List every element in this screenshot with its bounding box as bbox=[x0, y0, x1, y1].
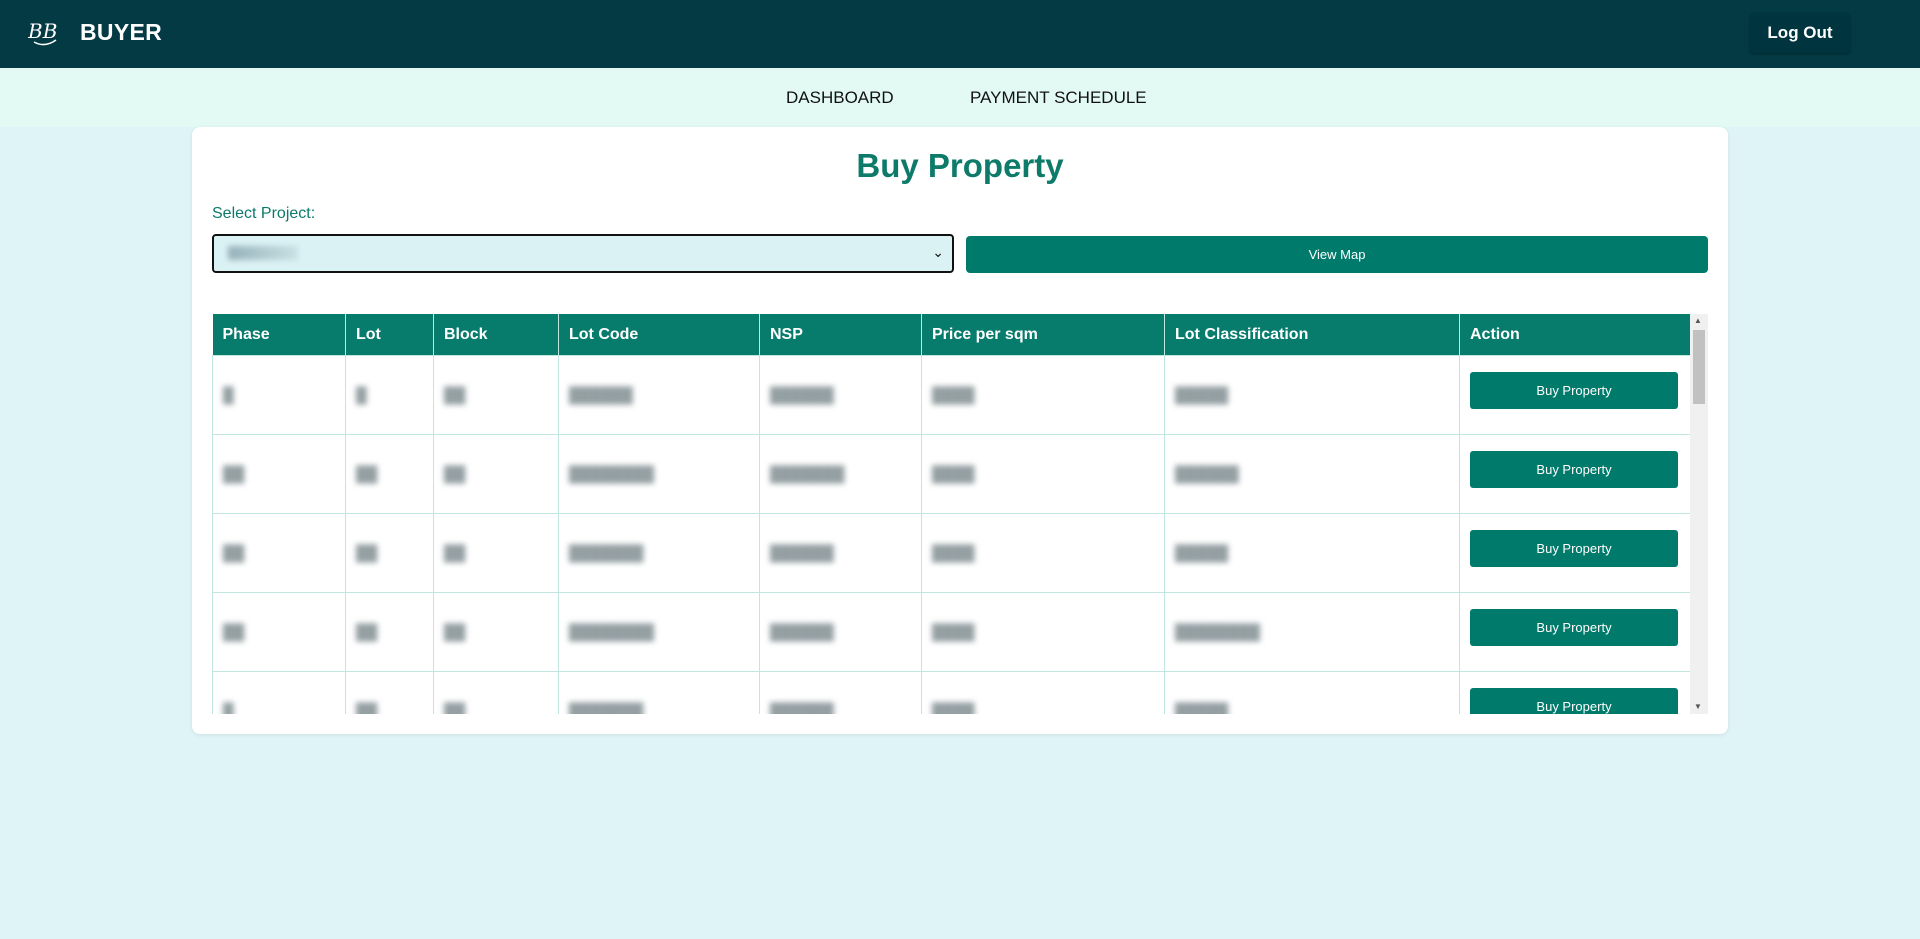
table-row: ██ ██ ██ ███████ ██████ ████ █████ Buy P… bbox=[212, 513, 1691, 593]
lot-cell: █ bbox=[356, 386, 367, 404]
view-map-button[interactable]: View Map bbox=[966, 236, 1708, 273]
buy-property-button[interactable]: Buy Property bbox=[1470, 687, 1678, 714]
top-header: BB BUYER Log Out bbox=[0, 0, 1920, 68]
column-header: Price per sqm bbox=[921, 314, 1165, 356]
block-cell: ██ bbox=[444, 623, 466, 641]
block-cell: ██ bbox=[444, 702, 466, 715]
phase-cell: ██ bbox=[223, 544, 245, 562]
lot-code-cell: ███████ bbox=[569, 544, 644, 562]
buy-property-button[interactable]: Buy Property bbox=[1470, 529, 1678, 567]
brand-logo-icon: BB bbox=[28, 19, 57, 46]
brand-title: BUYER bbox=[80, 19, 163, 45]
nsp-cell: ███████ bbox=[770, 465, 845, 483]
table-scrollbar[interactable]: ▲ ▼ bbox=[1690, 314, 1708, 714]
logout-button[interactable]: Log Out bbox=[1750, 13, 1850, 53]
classification-cell: ████████ bbox=[1175, 623, 1261, 641]
nsp-cell: ██████ bbox=[770, 544, 834, 562]
column-header: Block bbox=[433, 314, 559, 356]
lot-code-cell: ███████ bbox=[569, 702, 644, 715]
phase-cell: ██ bbox=[223, 465, 245, 483]
price-cell: ████ bbox=[932, 465, 975, 483]
nav-dashboard[interactable]: DASHBOARD bbox=[786, 88, 894, 108]
classification-cell: █████ bbox=[1175, 702, 1229, 715]
select-project-label: Select Project: bbox=[212, 205, 316, 222]
price-cell: ████ bbox=[932, 386, 975, 404]
lots-table: Phase Lot Block Lot Code NSP Price per s… bbox=[212, 314, 1691, 714]
price-cell: ████ bbox=[932, 623, 975, 641]
chevron-down-icon: ⌄ bbox=[932, 244, 944, 260]
table-row: ██ ██ ██ ████████ ██████ ████ ████████ B… bbox=[212, 592, 1691, 672]
buy-property-card: Buy Property Select Project: ████ ██ ⌄ V… bbox=[192, 127, 1728, 734]
nsp-cell: ██████ bbox=[770, 623, 834, 641]
buy-property-button[interactable]: Buy Property bbox=[1470, 371, 1678, 409]
buy-property-button[interactable]: Buy Property bbox=[1470, 608, 1678, 646]
column-header: Action bbox=[1459, 314, 1691, 356]
classification-cell: ██████ bbox=[1175, 465, 1239, 483]
block-cell: ██ bbox=[444, 544, 466, 562]
lot-cell: ██ bbox=[356, 623, 378, 641]
table-row: ██ ██ ██ ████████ ███████ ████ ██████ Bu… bbox=[212, 434, 1691, 514]
scrollbar-thumb[interactable] bbox=[1693, 330, 1705, 404]
buy-property-button[interactable]: Buy Property bbox=[1470, 450, 1678, 488]
lot-cell: ██ bbox=[356, 702, 378, 715]
block-cell: ██ bbox=[444, 386, 466, 404]
project-select[interactable]: ████ ██ ⌄ bbox=[212, 234, 954, 273]
table-header-row: Phase Lot Block Lot Code NSP Price per s… bbox=[212, 314, 1691, 356]
phase-cell: ██ bbox=[223, 623, 245, 641]
lot-cell: ██ bbox=[356, 465, 378, 483]
table-row: █ █ ██ ██████ ██████ ████ █████ Buy Prop… bbox=[212, 355, 1691, 435]
logo-text: BB bbox=[28, 19, 57, 43]
lots-table-container: Phase Lot Block Lot Code NSP Price per s… bbox=[212, 314, 1708, 714]
price-cell: ████ bbox=[932, 702, 975, 715]
price-cell: ████ bbox=[932, 544, 975, 562]
lot-code-cell: ████████ bbox=[569, 465, 655, 483]
lot-code-cell: ██████ bbox=[569, 386, 633, 404]
phase-cell: █ bbox=[223, 386, 234, 404]
classification-cell: █████ bbox=[1175, 544, 1229, 562]
phase-cell: █ bbox=[223, 702, 234, 715]
column-header: Lot Classification bbox=[1164, 314, 1460, 356]
page-title: Buy Property bbox=[856, 147, 1064, 184]
main-nav: DASHBOARD PAYMENT SCHEDULE bbox=[0, 68, 1920, 127]
nsp-cell: ██████ bbox=[770, 386, 834, 404]
lot-code-cell: ████████ bbox=[569, 623, 655, 641]
column-header: NSP bbox=[759, 314, 922, 356]
table-row: █ ██ ██ ███████ ██████ ████ █████ Buy Pr… bbox=[212, 671, 1691, 715]
block-cell: ██ bbox=[444, 465, 466, 483]
scroll-down-arrow-icon[interactable]: ▼ bbox=[1694, 702, 1702, 711]
classification-cell: █████ bbox=[1175, 386, 1229, 404]
project-select-value: ████ ██ bbox=[228, 246, 298, 260]
nav-payment-schedule[interactable]: PAYMENT SCHEDULE bbox=[970, 88, 1147, 108]
scroll-up-arrow-icon[interactable]: ▲ bbox=[1694, 316, 1702, 325]
column-header: Lot bbox=[345, 314, 434, 356]
lot-cell: ██ bbox=[356, 544, 378, 562]
column-header: Phase bbox=[212, 314, 346, 356]
nsp-cell: ██████ bbox=[770, 702, 834, 715]
column-header: Lot Code bbox=[558, 314, 760, 356]
